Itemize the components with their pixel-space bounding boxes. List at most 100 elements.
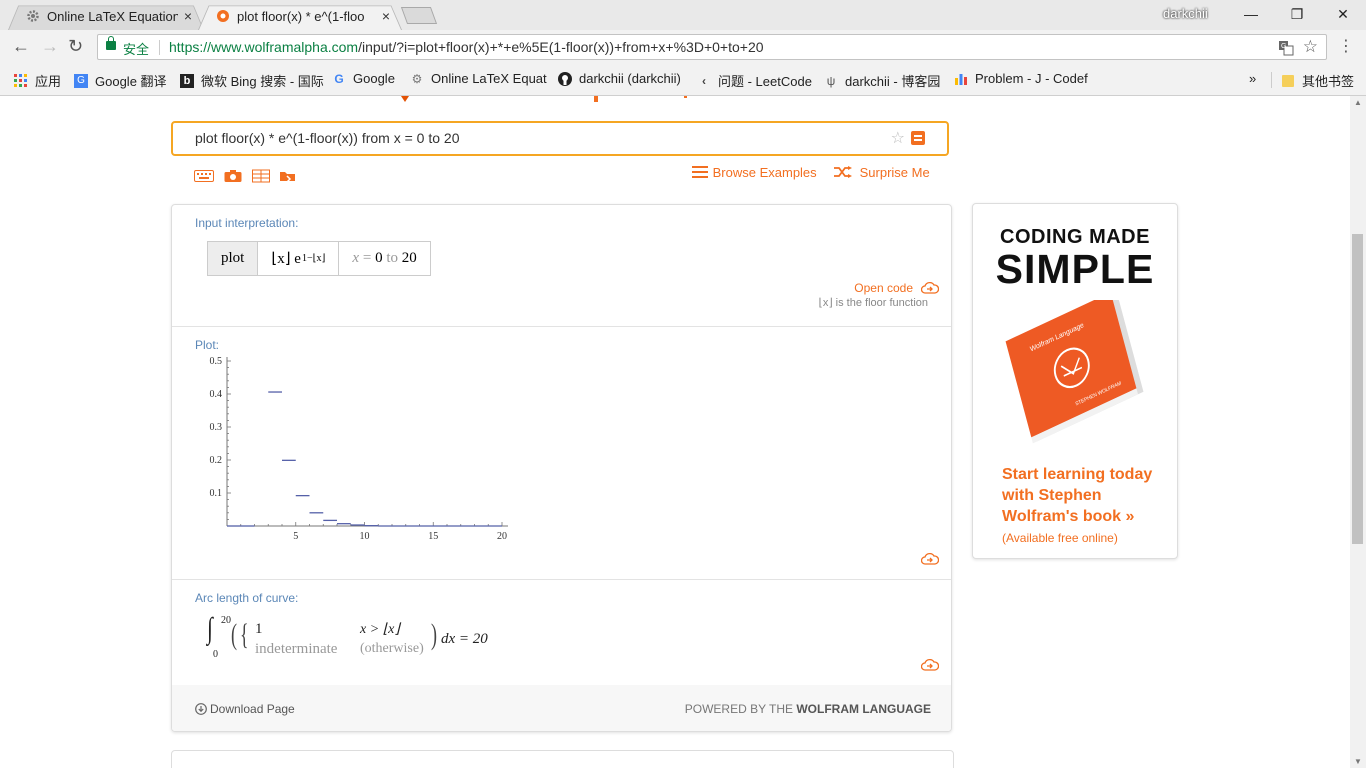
menu-dots-icon[interactable]: ⋮ bbox=[1338, 36, 1354, 56]
bookmark-label: Online LaTeX Equat bbox=[431, 71, 547, 86]
pod-title: Input interpretation: bbox=[195, 216, 299, 230]
bookmark-google[interactable]: G Google bbox=[332, 71, 395, 86]
scrollbar-thumb[interactable] bbox=[1352, 234, 1363, 544]
url-text[interactable]: https://www.wolframalpha.com/input/?i=pl… bbox=[169, 39, 764, 55]
func-exponent: 1−⌊x⌋ bbox=[301, 253, 326, 264]
bookmark-label: Problem - J - Codef bbox=[975, 71, 1088, 86]
folder-icon bbox=[1281, 74, 1295, 88]
left-brace: { bbox=[240, 618, 249, 651]
bookmarks-overflow-button[interactable]: » bbox=[1249, 71, 1256, 86]
browse-examples-link[interactable]: Browse Examples bbox=[692, 165, 817, 181]
cloud-arrow-icon[interactable] bbox=[921, 659, 939, 671]
results-footer: Download Page POWERED BY THE WOLFRAM LAN… bbox=[172, 685, 951, 731]
data-table-icon[interactable] bbox=[252, 168, 270, 184]
y-tick-label: 0.3 bbox=[210, 422, 223, 433]
browse-examples-label: Browse Examples bbox=[712, 165, 817, 180]
scroll-up-arrow-icon[interactable]: ▲ bbox=[1354, 98, 1362, 107]
ad-headline-large: SIMPLE bbox=[995, 246, 1155, 292]
y-tick-label: 0.2 bbox=[210, 455, 223, 466]
ad-cta-link[interactable]: Start learning today with Stephen Wolfra… bbox=[1002, 464, 1172, 527]
wolfram-logo-fragment bbox=[401, 96, 687, 102]
interp-cell-function: ⌊x⌋ e 1−⌊x⌋ bbox=[258, 242, 340, 275]
x-tick-label: 10 bbox=[360, 531, 370, 542]
book-ad[interactable]: CODING MADE SIMPLE Wolfram Language STEP… bbox=[972, 203, 1178, 559]
lock-icon bbox=[106, 36, 116, 50]
func-base: ⌊x⌋ e bbox=[271, 251, 301, 267]
bookmark-github[interactable]: darkchii (darkchii) bbox=[558, 71, 681, 86]
leetcode-icon: ‹ bbox=[702, 73, 706, 88]
back-arrow-icon[interactable]: ← bbox=[12, 36, 30, 57]
reload-icon[interactable]: ↻ bbox=[68, 36, 83, 57]
bookmark-star-icon[interactable]: ☆ bbox=[1303, 37, 1318, 57]
powered-prefix: POWERED BY THE bbox=[684, 702, 797, 716]
svg-text:G: G bbox=[1281, 43, 1286, 50]
results-panel: Input interpretation: plot ⌊x⌋ e 1−⌊x⌋ x … bbox=[171, 204, 952, 732]
pod-input-interpretation: Input interpretation: plot ⌊x⌋ e 1−⌊x⌋ x … bbox=[172, 205, 951, 327]
forward-arrow-icon[interactable]: → bbox=[41, 36, 59, 57]
arc-length-formula: ∫ 20 0 ( { 1 x > ⌊x⌋ indeterminate (othe… bbox=[207, 612, 627, 662]
pod-arc-length: Arc length of curve: ∫ 20 0 ( { 1 x > ⌊x… bbox=[172, 580, 951, 686]
bookmark-cnblogs[interactable]: ψ darkchii - 博客园 bbox=[824, 71, 941, 90]
bing-icon: b bbox=[180, 73, 194, 88]
bookmark-label: darkchii (darkchii) bbox=[579, 71, 681, 86]
range-to: 20 bbox=[401, 250, 417, 266]
bookmark-other-folder[interactable]: 其他书签 bbox=[1281, 71, 1354, 90]
tab-wolfram-plot[interactable]: plot floor(x) * e^(1-floo × bbox=[198, 2, 402, 30]
compute-equals-button[interactable] bbox=[911, 131, 925, 145]
bookmark-codeforces[interactable]: Problem - J - Codef bbox=[954, 71, 1088, 86]
tab-close-icon[interactable]: × bbox=[184, 8, 192, 24]
browser-toolbar: ← → ↻ 安全 https://www.wolframalpha.com/in… bbox=[0, 30, 1366, 64]
favorite-star-icon[interactable]: ☆ bbox=[891, 128, 905, 148]
bookmark-label: Google bbox=[353, 71, 395, 86]
y-tick-label: 0.5 bbox=[210, 357, 223, 367]
download-icon bbox=[195, 703, 207, 715]
open-code-link[interactable]: Open code bbox=[854, 281, 939, 295]
bookmark-label: 问题 - LeetCode bbox=[718, 74, 812, 89]
bookmark-bing[interactable]: b 微软 Bing 搜索 - 国际 bbox=[180, 71, 324, 90]
x-tick-label: 5 bbox=[293, 531, 298, 542]
camera-icon[interactable] bbox=[224, 168, 242, 184]
bookmark-apps[interactable]: 应用 bbox=[14, 71, 61, 90]
upload-folder-icon[interactable] bbox=[279, 168, 297, 184]
integral-sign: ∫ bbox=[207, 612, 213, 645]
new-tab-button[interactable] bbox=[400, 7, 438, 24]
integral-lower-bound: 0 bbox=[213, 649, 218, 660]
close-window-button[interactable]: ✕ bbox=[1320, 0, 1366, 28]
address-bar[interactable]: 安全 https://www.wolframalpha.com/input/?i… bbox=[97, 34, 1327, 60]
gear-icon: ⚙ bbox=[411, 71, 423, 86]
ad-note: (Available free online) bbox=[1002, 531, 1118, 545]
bookmark-online-latex[interactable]: ⚙ Online LaTeX Equat bbox=[410, 71, 547, 86]
download-page-link[interactable]: Download Page bbox=[195, 702, 295, 716]
minimize-button[interactable]: — bbox=[1228, 0, 1274, 28]
search-query[interactable]: plot floor(x) * e^(1-floor(x)) from x = … bbox=[195, 130, 459, 146]
shuffle-icon bbox=[834, 166, 856, 181]
left-paren: ( bbox=[231, 618, 237, 651]
range-eq: = bbox=[359, 250, 376, 266]
page-content: plot floor(x) * e^(1-floor(x)) from x = … bbox=[0, 96, 1350, 768]
range-from: 0 bbox=[375, 250, 383, 266]
search-box[interactable]: plot floor(x) * e^(1-floor(x)) from x = … bbox=[171, 121, 949, 156]
surprise-me-link[interactable]: Surprise Me bbox=[834, 165, 930, 181]
y-tick-label: 0.4 bbox=[210, 389, 223, 400]
floor-function-note: ⌊x⌋ is the floor function bbox=[818, 297, 928, 309]
apps-grid-icon bbox=[14, 73, 28, 88]
bookmark-google-translate[interactable]: G Google 翻译 bbox=[74, 71, 167, 90]
interpretation-table: plot ⌊x⌋ e 1−⌊x⌋ x = 0 to 20 bbox=[207, 241, 431, 276]
y-tick-label: 0.1 bbox=[210, 488, 223, 499]
cloud-arrow-icon[interactable] bbox=[921, 553, 939, 565]
tab-close-icon[interactable]: × bbox=[382, 8, 390, 24]
bookmark-label: 微软 Bing 搜索 - 国际 bbox=[201, 74, 324, 89]
page-scrollbar[interactable]: ▲ ▼ bbox=[1350, 96, 1366, 768]
translate-icon[interactable]: G bbox=[1278, 40, 1294, 56]
maximize-button[interactable]: ❐ bbox=[1274, 0, 1320, 28]
codeforces-icon bbox=[954, 72, 968, 86]
bookmark-leetcode[interactable]: ‹ 问题 - LeetCode bbox=[697, 71, 812, 90]
powered-by: POWERED BY THE WOLFRAM LANGUAGE bbox=[685, 702, 931, 716]
tab-online-latex[interactable]: Online LaTeX Equation × bbox=[8, 2, 204, 30]
tab-title: plot floor(x) * e^(1-floo bbox=[237, 8, 365, 24]
profile-name[interactable]: darkchii bbox=[1163, 6, 1208, 21]
case1-condition: x > ⌊x⌋ bbox=[360, 622, 400, 637]
keyboard-icon[interactable] bbox=[194, 168, 214, 184]
scroll-down-arrow-icon[interactable]: ▼ bbox=[1354, 757, 1362, 766]
bookmark-label: 其他书签 bbox=[1302, 74, 1355, 89]
